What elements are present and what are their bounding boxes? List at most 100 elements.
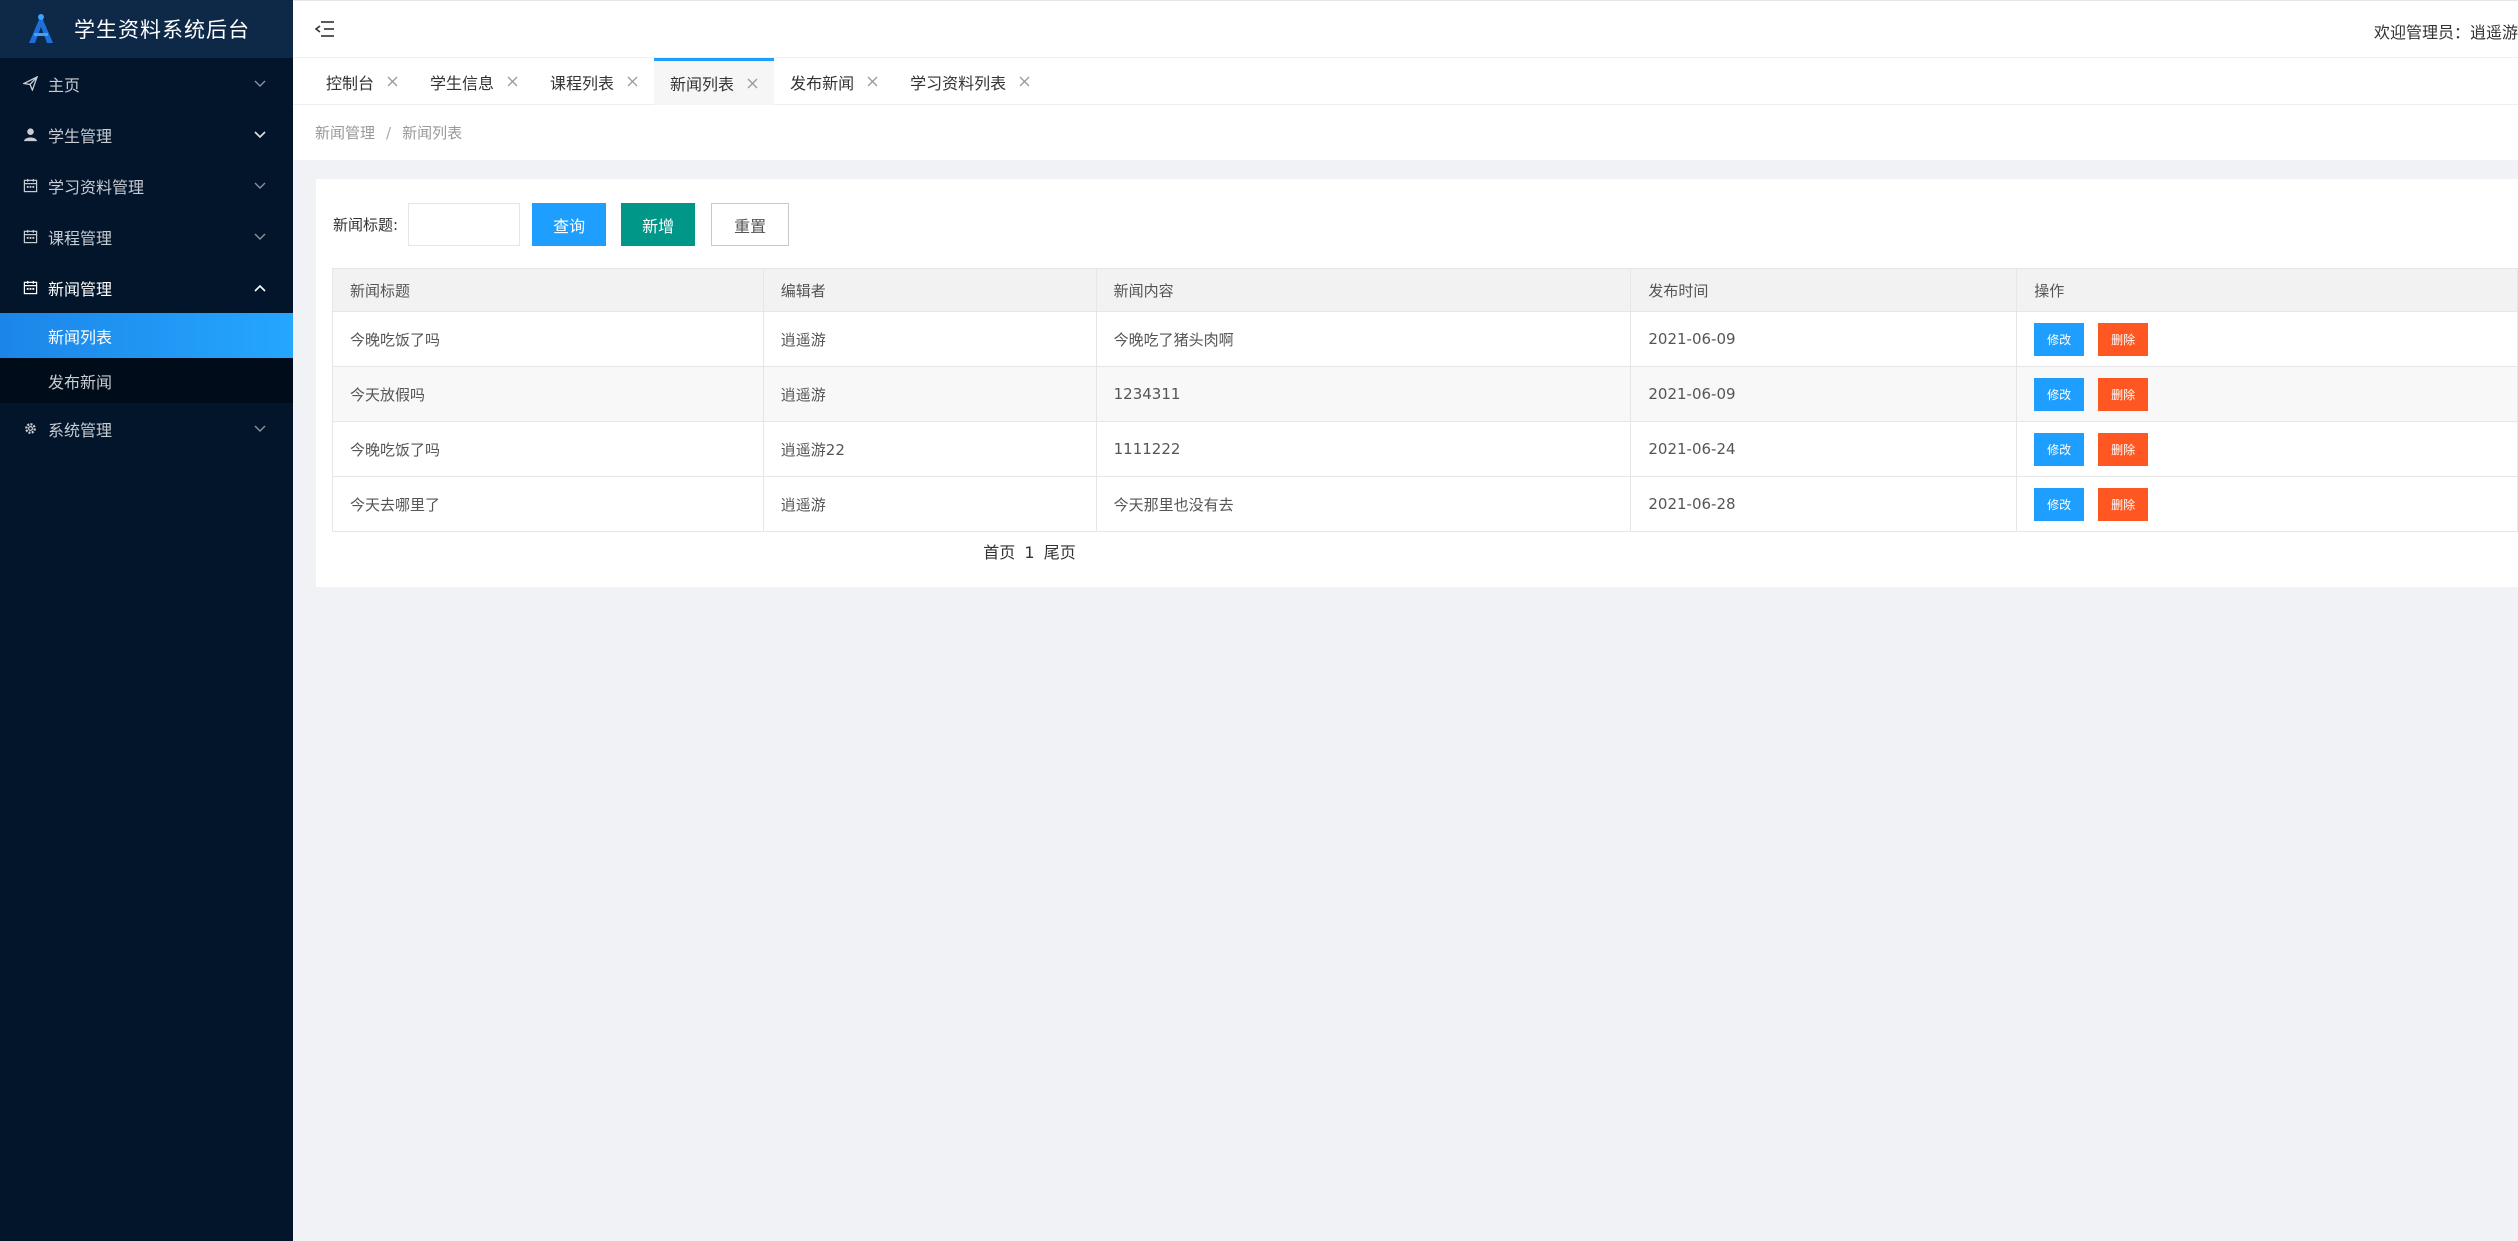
news-title-input[interactable] bbox=[408, 203, 521, 246]
cell-date: 2021-06-28 bbox=[1630, 476, 2018, 532]
pager-last-link[interactable]: 尾页 bbox=[1044, 543, 1076, 562]
sidebar-subitem-publish-news[interactable]: 发布新闻 bbox=[0, 358, 293, 403]
sidebar-item-system[interactable]: 系统管理 bbox=[0, 403, 293, 454]
reset-button[interactable]: 重置 bbox=[711, 203, 790, 246]
cell-actions: 修改 删除 bbox=[2016, 311, 2518, 367]
tab-news-list[interactable]: 新闻列表 bbox=[654, 58, 775, 105]
cell-content: 今天那里也没有去 bbox=[1095, 476, 1632, 532]
sidebar-item-label: 课程管理 bbox=[48, 228, 113, 248]
cell-editor: 逍遥游 bbox=[762, 311, 1097, 367]
sidebar-item-label: 学生管理 bbox=[48, 126, 113, 146]
logo-area: 学生资料系统后台 bbox=[0, 0, 293, 58]
welcome-text: 欢迎管理员：逍遥游 bbox=[2373, 23, 2518, 42]
tab-label: 控制台 bbox=[326, 73, 375, 93]
breadcrumb-separator: / bbox=[386, 123, 392, 142]
close-icon[interactable] bbox=[626, 76, 638, 88]
edit-button[interactable]: 修改 bbox=[2034, 487, 2085, 521]
breadcrumb: 新闻管理 / 新闻列表 bbox=[293, 105, 2518, 160]
app-title: 学生资料系统后台 bbox=[74, 18, 250, 42]
tab-publish-news[interactable]: 发布新闻 bbox=[774, 58, 894, 105]
sidebar-item-label: 新闻管理 bbox=[48, 279, 113, 299]
edit-button[interactable]: 修改 bbox=[2034, 322, 2085, 356]
send-icon bbox=[22, 76, 38, 92]
pager-first-link[interactable]: 首页 bbox=[983, 543, 1015, 562]
breadcrumb-parent[interactable]: 新闻管理 bbox=[315, 122, 375, 143]
sidebar-item-label: 主页 bbox=[48, 75, 81, 95]
cell-actions: 修改 删除 bbox=[2016, 421, 2518, 477]
page-tabs: 控制台 学生信息 课程列表 新闻列表 发布新闻 学习资料列表 bbox=[293, 58, 2518, 105]
query-button[interactable]: 查询 bbox=[532, 203, 607, 246]
table-row: 今天去哪里了 逍遥游 今天那里也没有去 2021-06-28 修改 删除 bbox=[332, 476, 2518, 532]
tab-label: 发布新闻 bbox=[790, 73, 855, 93]
column-header: 新闻内容 bbox=[1095, 268, 1632, 312]
tab-material-list[interactable]: 学习资料列表 bbox=[894, 58, 1046, 105]
pager-current-page: 1 bbox=[1024, 543, 1035, 562]
cell-date: 2021-06-09 bbox=[1630, 311, 2018, 367]
sidebar-item-courses[interactable]: 课程管理 bbox=[0, 211, 293, 262]
delete-button[interactable]: 删除 bbox=[2098, 487, 2149, 521]
cell-actions: 修改 删除 bbox=[2016, 366, 2518, 422]
delete-button[interactable]: 删除 bbox=[2098, 377, 2149, 411]
tab-label: 新闻列表 bbox=[670, 75, 735, 94]
edit-button[interactable]: 修改 bbox=[2034, 432, 2085, 466]
calendar-icon bbox=[22, 178, 38, 194]
search-bar: 新闻标题: 查询 新增 重置 bbox=[333, 203, 790, 246]
add-button[interactable]: 新增 bbox=[621, 203, 696, 246]
sidebar-subitem-news-list[interactable]: 新闻列表 bbox=[0, 313, 293, 358]
content-card: 新闻标题: 查询 新增 重置 新闻标题 编辑者 新闻内容 发布时间 操作 今晚吃… bbox=[316, 179, 2518, 587]
cell-title: 今天放假吗 bbox=[332, 366, 764, 422]
cell-editor: 逍遥游 bbox=[762, 366, 1097, 422]
cell-content: 1111222 bbox=[1095, 421, 1632, 477]
cell-title: 今晚吃饭了吗 bbox=[332, 311, 764, 367]
tab-label: 课程列表 bbox=[550, 73, 615, 93]
gear-icon bbox=[22, 421, 38, 437]
close-icon[interactable] bbox=[746, 77, 758, 89]
cell-title: 今晚吃饭了吗 bbox=[332, 421, 764, 477]
cell-content: 1234311 bbox=[1095, 366, 1632, 422]
chevron-up-icon bbox=[253, 281, 267, 295]
cell-editor: 逍遥游22 bbox=[762, 421, 1097, 477]
chevron-down-icon bbox=[253, 128, 267, 142]
column-header: 操作 bbox=[2016, 268, 2518, 312]
sidebar-item-students[interactable]: 学生管理 bbox=[0, 109, 293, 160]
tab-course-list[interactable]: 课程列表 bbox=[534, 58, 654, 105]
tab-student-info[interactable]: 学生信息 bbox=[414, 58, 534, 105]
delete-button[interactable]: 删除 bbox=[2098, 322, 2149, 356]
table-row: 今晚吃饭了吗 逍遥游 今晚吃了猪头肉啊 2021-06-09 修改 删除 bbox=[332, 311, 2518, 367]
column-header: 新闻标题 bbox=[332, 268, 764, 312]
top-header: 欢迎管理员：逍遥游 bbox=[293, 0, 2518, 58]
search-label: 新闻标题: bbox=[333, 216, 399, 234]
sidebar-submenu-news: 新闻列表 发布新闻 bbox=[0, 313, 293, 403]
close-icon[interactable] bbox=[1018, 76, 1030, 88]
chevron-down-icon bbox=[253, 230, 267, 244]
chevron-down-icon bbox=[253, 179, 267, 193]
tab-label: 学生信息 bbox=[430, 73, 495, 93]
calendar-icon bbox=[22, 229, 38, 245]
cell-date: 2021-06-24 bbox=[1630, 421, 2018, 477]
menu-fold-icon[interactable] bbox=[314, 20, 335, 38]
column-header: 发布时间 bbox=[1630, 268, 2018, 312]
cell-title: 今天去哪里了 bbox=[332, 476, 764, 532]
close-icon[interactable] bbox=[506, 76, 518, 88]
news-table: 新闻标题 编辑者 新闻内容 发布时间 操作 今晚吃饭了吗 逍遥游 今晚吃了猪头肉… bbox=[332, 268, 2518, 532]
close-icon[interactable] bbox=[386, 76, 398, 88]
table-row: 今天放假吗 逍遥游 1234311 2021-06-09 修改 删除 bbox=[332, 366, 2518, 422]
cell-content: 今晚吃了猪头肉啊 bbox=[1095, 311, 1632, 367]
close-icon[interactable] bbox=[866, 76, 878, 88]
sidebar-item-materials[interactable]: 学习资料管理 bbox=[0, 160, 293, 211]
sidebar-item-label: 学习资料管理 bbox=[48, 177, 145, 197]
table-row: 今晚吃饭了吗 逍遥游22 1111222 2021-06-24 修改 删除 bbox=[332, 421, 2518, 477]
sidebar-item-label: 系统管理 bbox=[48, 420, 113, 440]
sidebar-item-home[interactable]: 主页 bbox=[0, 58, 293, 109]
cell-date: 2021-06-09 bbox=[1630, 366, 2018, 422]
cell-actions: 修改 删除 bbox=[2016, 476, 2518, 532]
calendar-icon bbox=[22, 280, 38, 296]
chevron-down-icon bbox=[253, 422, 267, 436]
breadcrumb-current: 新闻列表 bbox=[402, 124, 463, 142]
delete-button[interactable]: 删除 bbox=[2098, 432, 2149, 466]
column-header: 编辑者 bbox=[762, 268, 1097, 312]
cell-editor: 逍遥游 bbox=[762, 476, 1097, 532]
sidebar-item-news[interactable]: 新闻管理 bbox=[0, 262, 293, 313]
edit-button[interactable]: 修改 bbox=[2034, 377, 2085, 411]
tab-console[interactable]: 控制台 bbox=[310, 58, 414, 105]
